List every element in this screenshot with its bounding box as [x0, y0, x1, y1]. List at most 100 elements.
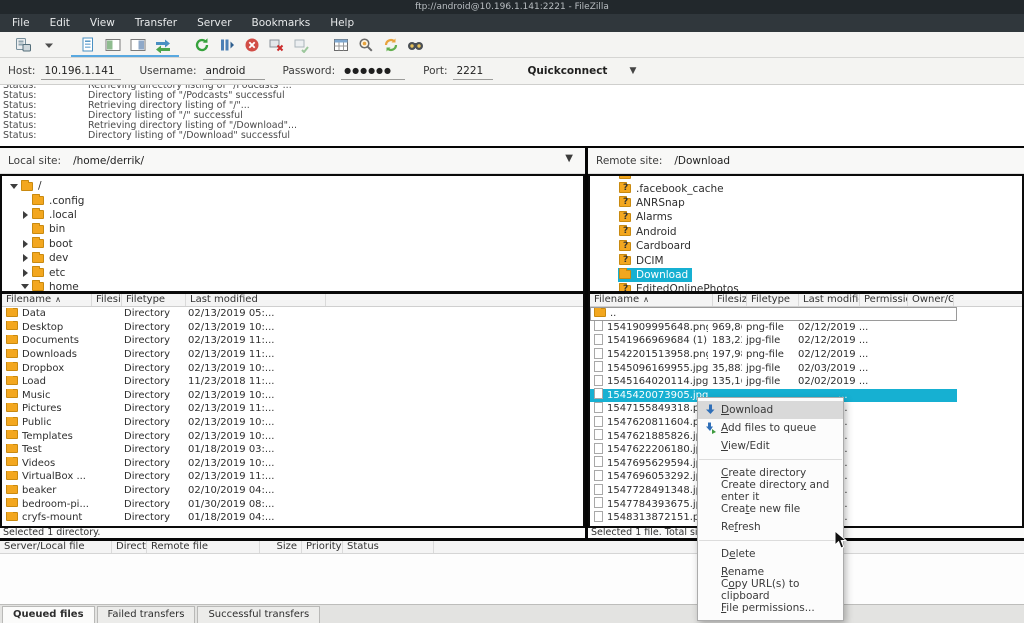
queue-column-direction[interactable]: Direction — [112, 541, 147, 553]
tree-item[interactable]: Android — [590, 225, 1022, 239]
tree-item[interactable]: boot — [2, 237, 583, 251]
file-row[interactable]: 1542201513958.png197,987png-file02/12/20… — [590, 348, 957, 362]
queue-column-status[interactable]: Status — [343, 541, 434, 553]
file-row[interactable]: cryfs-mountDirectory01/18/2019 04:... — [2, 511, 583, 525]
column-header-last-modified[interactable]: Last modified — [186, 294, 326, 306]
tree-item[interactable]: bin — [2, 222, 583, 236]
context-item-create-directory-and-enter-it[interactable]: Create directory and enter it — [698, 482, 843, 500]
tree-item[interactable]: DCIM — [590, 253, 1022, 267]
refresh-icon[interactable] — [189, 34, 214, 55]
process-queue-icon[interactable] — [214, 34, 239, 55]
remote-site-path[interactable]: /Download — [674, 155, 730, 167]
compare-icon[interactable] — [353, 34, 378, 55]
column-header-owner-grou[interactable]: Owner/Grou — [908, 294, 954, 306]
file-row[interactable]: VideosDirectory02/13/2019 10:... — [2, 457, 583, 471]
toggle-queue-icon[interactable] — [150, 34, 175, 55]
column-header-permission-[interactable]: Permission: — [860, 294, 908, 306]
toggle-remote-tree-icon[interactable] — [125, 34, 150, 55]
context-item-view-edit[interactable]: View/Edit — [698, 437, 843, 455]
tree-item[interactable]: home — [2, 280, 583, 292]
quickconnect-dropdown-icon[interactable]: ▼ — [629, 66, 636, 76]
expander-closed-icon[interactable] — [19, 240, 31, 248]
tree-item[interactable]: .facebook_cache — [590, 181, 1022, 195]
file-row[interactable]: 1545164020114.jpg135,165jpg-file02/02/20… — [590, 375, 957, 389]
file-row[interactable]: TemplatesDirectory02/13/2019 10:... — [2, 429, 583, 443]
context-item-delete[interactable]: Delete — [698, 545, 843, 563]
tree-item[interactable]: .config — [2, 193, 583, 207]
context-item-refresh[interactable]: Refresh — [698, 518, 843, 536]
username-input[interactable] — [203, 63, 265, 80]
tree-item[interactable]: .local — [2, 208, 583, 222]
quickconnect-button[interactable]: Quickconnect — [527, 65, 607, 77]
cancel-icon[interactable] — [239, 34, 264, 55]
file-row[interactable]: bedroom-pi...Directory01/30/2019 08:... — [2, 497, 583, 511]
tree-item[interactable]: EditedOnlinePhotos — [590, 282, 1022, 292]
filter-icon[interactable] — [328, 34, 353, 55]
tab-failed-transfers[interactable]: Failed transfers — [97, 606, 196, 623]
local-site-dropdown-icon[interactable]: ▼ — [565, 153, 573, 164]
password-input[interactable] — [341, 63, 405, 80]
file-row[interactable]: PicturesDirectory02/13/2019 11:... — [2, 402, 583, 416]
tree-item[interactable]: Alarms — [590, 210, 1022, 224]
file-row[interactable]: PublicDirectory02/13/2019 10:... — [2, 416, 583, 430]
reconnect-icon[interactable] — [289, 34, 314, 55]
column-header-filesize[interactable]: Filesize — [713, 294, 747, 306]
menu-edit[interactable]: Edit — [40, 14, 80, 32]
column-header-filetype[interactable]: Filetype — [122, 294, 186, 306]
file-row[interactable]: DownloadsDirectory02/13/2019 11:... — [2, 348, 583, 362]
find-files-icon[interactable] — [403, 34, 428, 55]
tree-item[interactable]: ANRSnap — [590, 196, 1022, 210]
menu-transfer[interactable]: Transfer — [125, 14, 187, 32]
expander-closed-icon[interactable] — [19, 269, 31, 277]
tree-item[interactable] — [590, 174, 1022, 181]
port-input[interactable] — [453, 63, 493, 80]
expander-closed-icon[interactable] — [19, 211, 31, 219]
column-header-filename[interactable]: Filename∧ — [590, 294, 713, 306]
file-row[interactable]: TestDirectory01/18/2019 03:... — [2, 443, 583, 457]
site-manager-icon[interactable] — [11, 34, 36, 55]
tree-item[interactable]: etc — [2, 265, 583, 279]
file-row[interactable]: MusicDirectory02/13/2019 10:... — [2, 389, 583, 403]
tree-item[interactable]: Download — [590, 268, 1022, 282]
file-row[interactable]: DropboxDirectory02/13/2019 10:... — [2, 361, 583, 375]
file-row[interactable]: DesktopDirectory02/13/2019 10:... — [2, 321, 583, 335]
tree-item[interactable]: Cardboard — [590, 239, 1022, 253]
column-header-filename[interactable]: Filename∧ — [2, 294, 92, 306]
queue-column-size[interactable]: Size — [260, 541, 302, 553]
context-item-download[interactable]: Download — [698, 401, 843, 419]
file-row[interactable]: VirtualBox ...Directory02/13/2019 11:... — [2, 470, 583, 484]
file-row[interactable]: DocumentsDirectory02/13/2019 11:... — [2, 334, 583, 348]
file-row[interactable]: 1541909995648.png969,866png-file02/12/20… — [590, 321, 957, 335]
column-header-last-modified[interactable]: Last modified — [799, 294, 860, 306]
host-input[interactable] — [41, 63, 121, 80]
toggle-local-tree-icon[interactable] — [100, 34, 125, 55]
sync-browsing-icon[interactable] — [378, 34, 403, 55]
column-header-filetype[interactable]: Filetype — [747, 294, 799, 306]
expander-open-icon[interactable] — [8, 184, 20, 189]
tab-successful-transfers[interactable]: Successful transfers — [197, 606, 320, 623]
file-row[interactable]: .. — [590, 307, 957, 321]
tree-item[interactable]: dev — [2, 251, 583, 265]
queue-column-server-local-file[interactable]: Server/Local file — [0, 541, 112, 553]
queue-column-remote-file[interactable]: Remote file — [147, 541, 260, 553]
file-row[interactable]: DataDirectory02/13/2019 05:... — [2, 307, 583, 321]
disconnect-icon[interactable] — [264, 34, 289, 55]
file-row[interactable]: beakerDirectory02/10/2019 04:... — [2, 484, 583, 498]
column-header-filesize[interactable]: Filesize — [92, 294, 122, 306]
expander-closed-icon[interactable] — [19, 254, 31, 262]
tree-item[interactable]: / — [2, 179, 583, 193]
menu-help[interactable]: Help — [320, 14, 364, 32]
context-item-copy-url-s-to-clipboard[interactable]: Copy URL(s) to clipboard — [698, 581, 843, 599]
file-row[interactable]: LoadDirectory11/23/2018 11:... — [2, 375, 583, 389]
file-row[interactable]: 1545096169955.jpg35,882jpg-file02/03/201… — [590, 361, 957, 375]
expander-open-icon[interactable] — [19, 284, 31, 289]
menu-server[interactable]: Server — [187, 14, 241, 32]
dropdown-icon[interactable] — [36, 34, 61, 55]
tab-queued-files[interactable]: Queued files — [2, 606, 95, 623]
menu-view[interactable]: View — [80, 14, 125, 32]
context-item-add-files-to-queue[interactable]: Add files to queue — [698, 419, 843, 437]
toggle-log-icon[interactable] — [75, 34, 100, 55]
file-row[interactable]: 1541966969684 (1).jpg183,223jpg-file02/1… — [590, 334, 957, 348]
menu-bookmarks[interactable]: Bookmarks — [242, 14, 321, 32]
menu-file[interactable]: File — [2, 14, 40, 32]
